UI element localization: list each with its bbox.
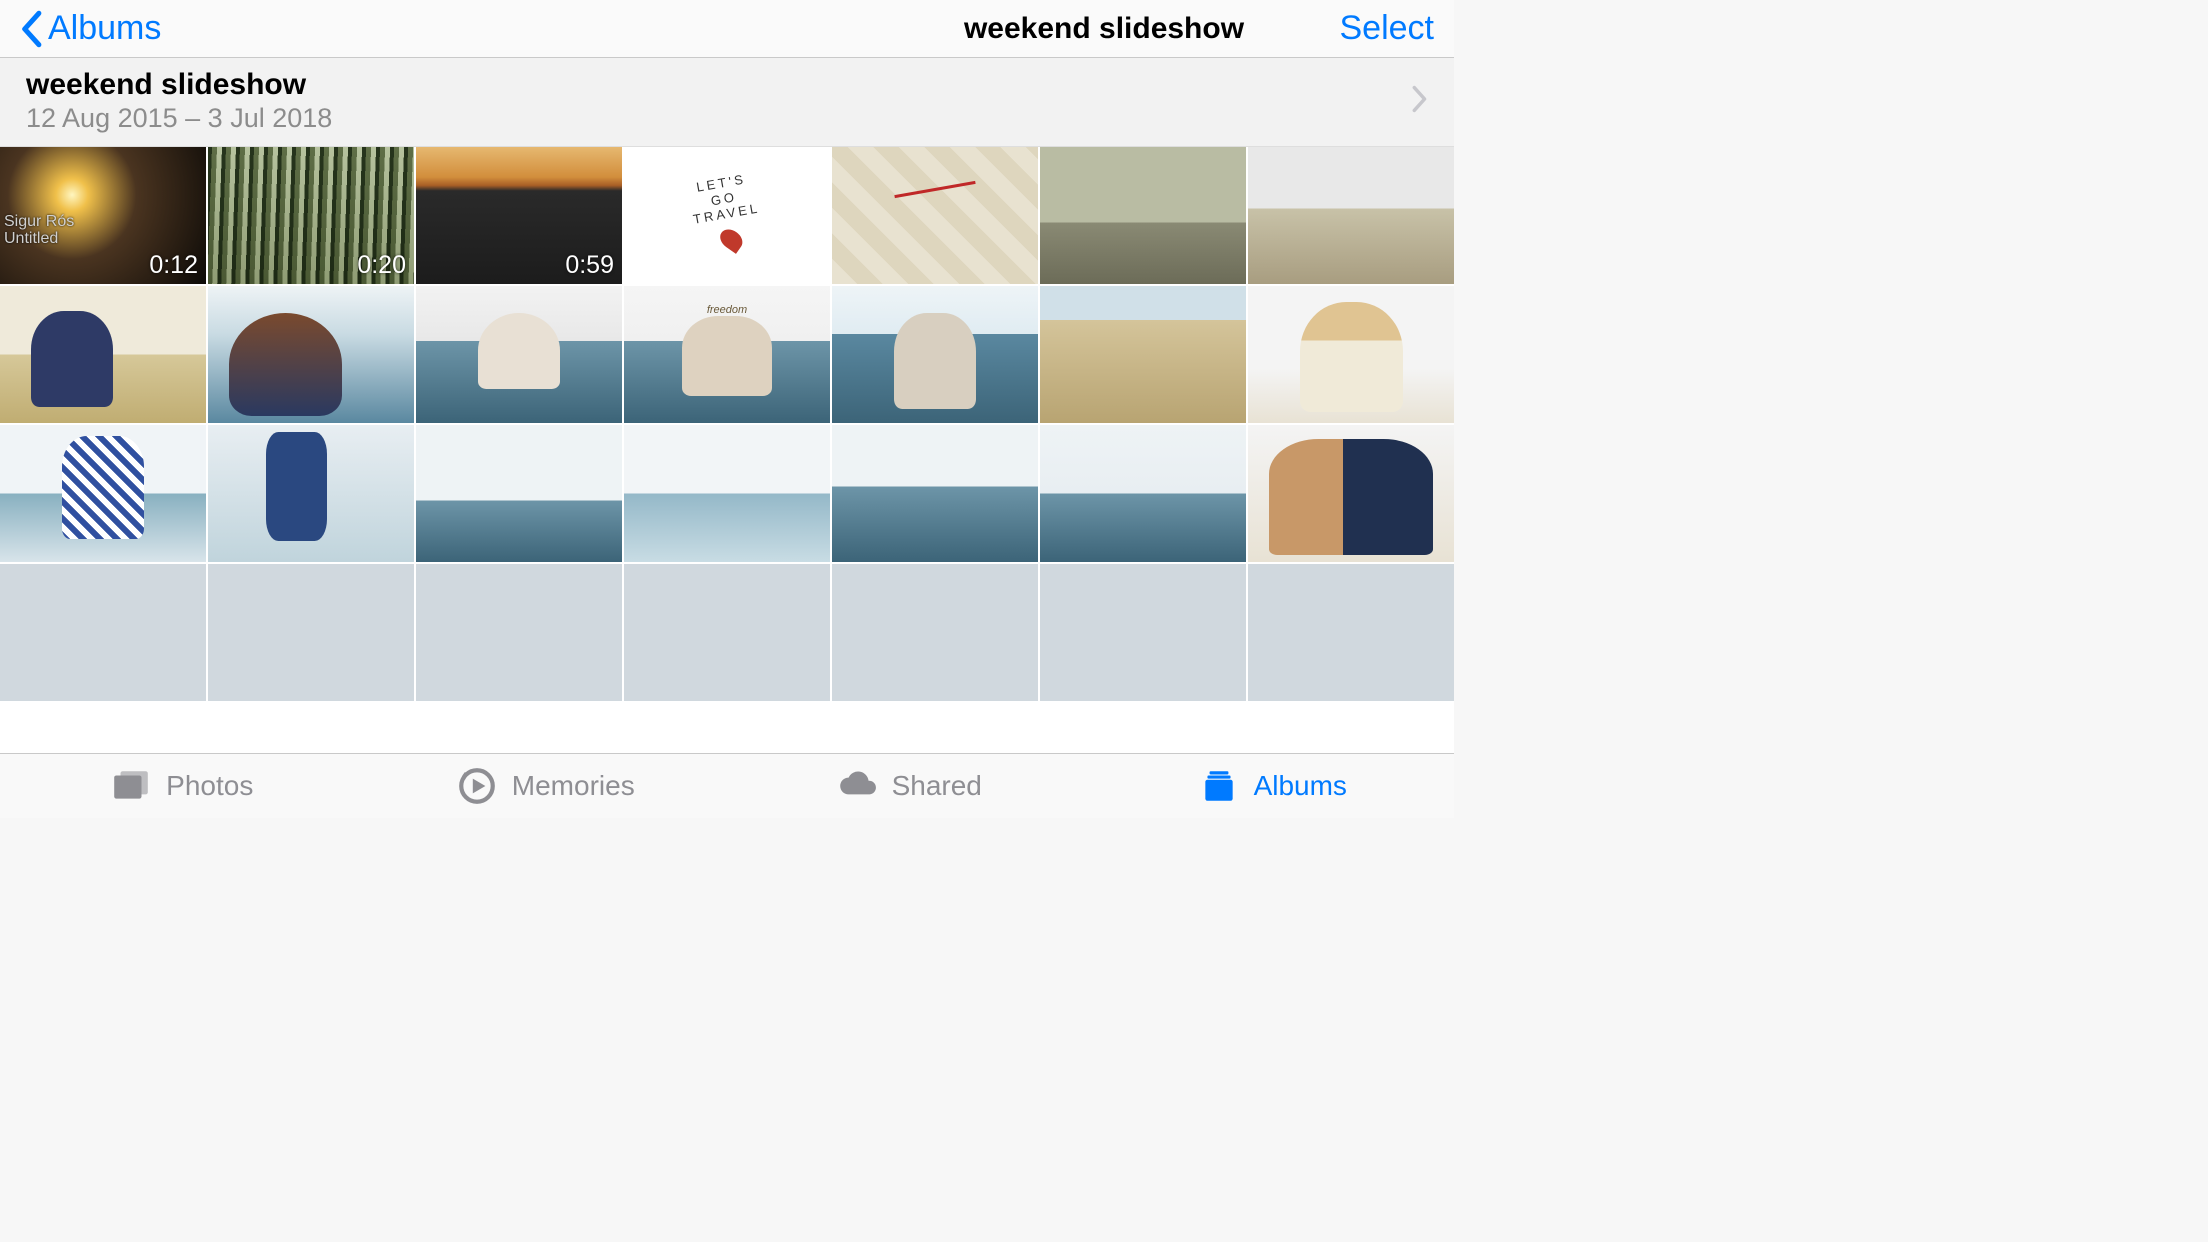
memories-icon (456, 765, 498, 807)
video-duration: 0:12 (149, 251, 198, 280)
video-thumbnail[interactable]: 0:20 (208, 147, 414, 284)
photo-thumbnail[interactable] (832, 286, 1038, 423)
photo-thumbnail[interactable] (1040, 147, 1246, 284)
tab-albums[interactable]: Albums (1091, 754, 1455, 818)
video-thumbnail[interactable]: 0:59 (416, 147, 622, 284)
tab-label: Albums (1254, 770, 1347, 802)
album-title: weekend slideshow (26, 68, 332, 101)
cloud-icon (836, 765, 878, 807)
photo-thumbnail[interactable] (1040, 425, 1246, 562)
album-header[interactable]: weekend slideshow 12 Aug 2015 – 3 Jul 20… (0, 58, 1454, 147)
tab-bar: Photos Memories Shared Albums (0, 753, 1454, 818)
photo-thumbnail[interactable] (0, 286, 206, 423)
photo-thumbnail[interactable] (1040, 564, 1246, 701)
video-duration: 0:20 (357, 251, 406, 280)
photo-grid: Sigur Rós Untitled 0:12 0:20 0:59 LET'S … (0, 147, 1454, 753)
back-label: Albums (48, 9, 161, 48)
photo-thumbnail[interactable] (0, 425, 206, 562)
video-duration: 0:59 (565, 251, 614, 280)
video-thumbnail[interactable]: Sigur Rós Untitled 0:12 (0, 147, 206, 284)
navigation-bar: Albums weekend slideshow Select (0, 0, 1454, 58)
album-date-range: 12 Aug 2015 – 3 Jul 2018 (26, 103, 332, 134)
chevron-right-icon (1412, 85, 1428, 118)
tab-memories[interactable]: Memories (364, 754, 728, 818)
tab-shared[interactable]: Shared (727, 754, 1091, 818)
photo-thumbnail[interactable] (832, 425, 1038, 562)
chevron-left-icon (20, 10, 42, 48)
photo-thumbnail[interactable] (1248, 147, 1454, 284)
photo-thumbnail[interactable]: LET'S GO TRAVEL (624, 147, 830, 284)
photo-thumbnail[interactable] (832, 147, 1038, 284)
albums-icon (1198, 765, 1240, 807)
back-button[interactable]: Albums (20, 9, 161, 48)
photo-thumbnail[interactable] (624, 425, 830, 562)
photo-thumbnail[interactable] (1040, 286, 1246, 423)
video-caption-title: Untitled (4, 230, 74, 248)
photo-thumbnail[interactable] (1248, 425, 1454, 562)
photo-thumbnail[interactable] (208, 425, 414, 562)
photo-thumbnail[interactable] (832, 564, 1038, 701)
photo-thumbnail[interactable] (1248, 286, 1454, 423)
video-caption-artist: Sigur Rós (4, 213, 74, 231)
tab-photos[interactable]: Photos (0, 754, 364, 818)
photos-icon (110, 765, 152, 807)
banner-text: freedom (707, 304, 747, 316)
photo-thumbnail[interactable] (416, 286, 622, 423)
tab-label: Photos (166, 770, 253, 802)
select-button[interactable]: Select (1340, 9, 1435, 48)
photo-thumbnail[interactable] (416, 425, 622, 562)
photo-thumbnail[interactable] (208, 286, 414, 423)
photo-thumbnail[interactable]: freedom (624, 286, 830, 423)
tab-label: Shared (892, 770, 982, 802)
photo-thumbnail[interactable] (416, 564, 622, 701)
tab-label: Memories (512, 770, 635, 802)
photo-thumbnail[interactable] (0, 564, 206, 701)
map-pin-icon (716, 225, 746, 254)
photo-thumbnail[interactable] (208, 564, 414, 701)
page-title: weekend slideshow (964, 12, 1244, 46)
photo-thumbnail[interactable] (1248, 564, 1454, 701)
photo-thumbnail[interactable] (624, 564, 830, 701)
